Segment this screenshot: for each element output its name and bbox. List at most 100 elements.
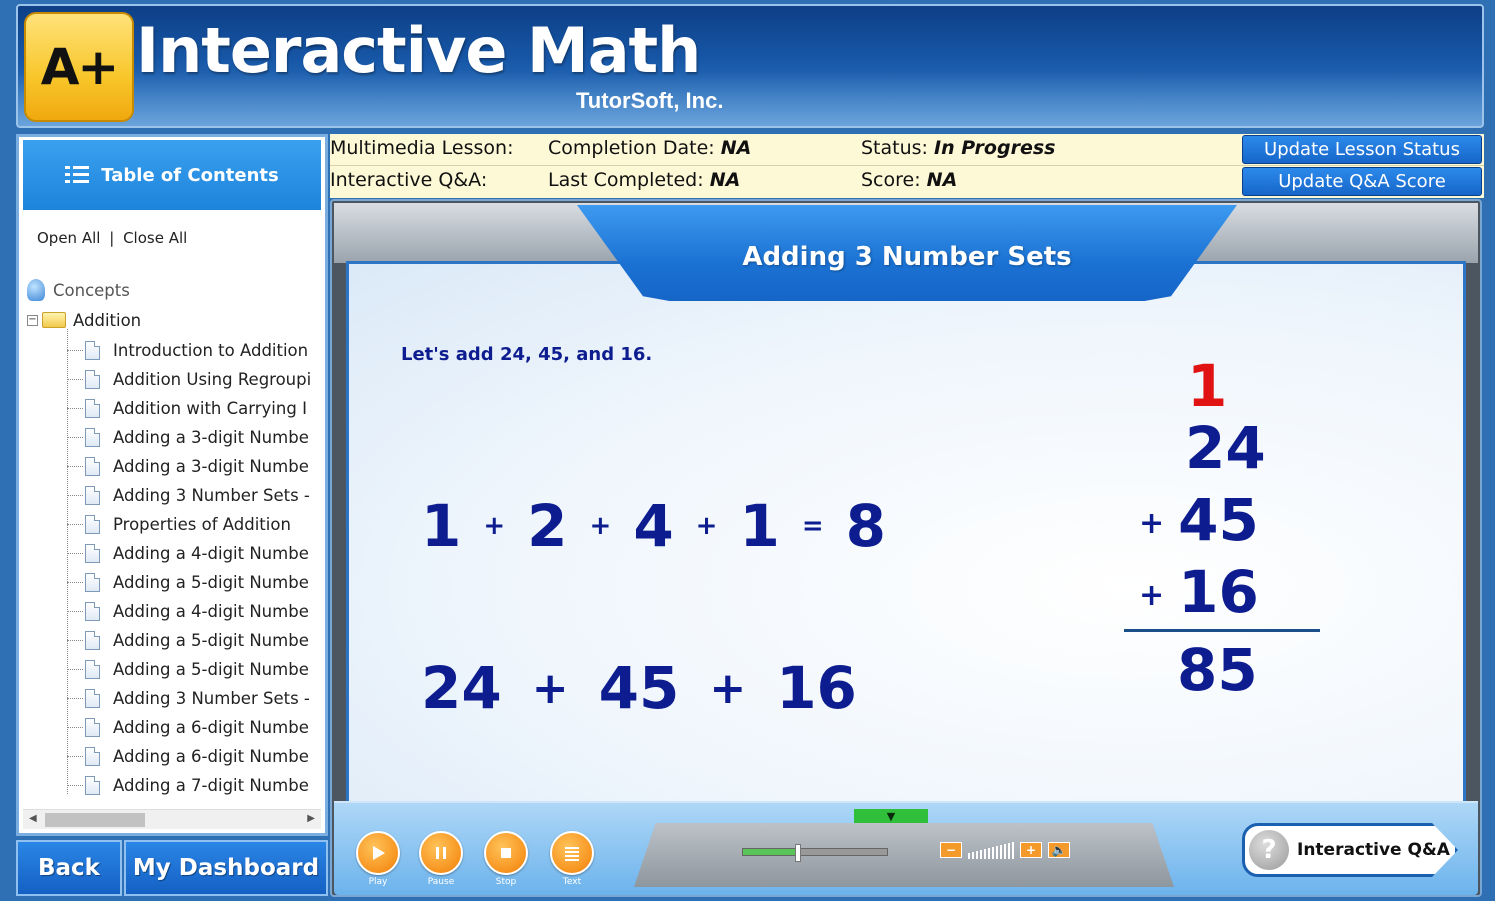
addend-1: 24: [1185, 414, 1266, 482]
toc-item[interactable]: Adding 3 Number Sets -: [85, 482, 310, 508]
toc-header: Table of Contents: [23, 140, 321, 210]
separator: |: [109, 229, 115, 247]
completion-date: Completion Date: NA: [548, 137, 752, 159]
play-icon: [373, 846, 385, 860]
volume-up-button[interactable]: +: [1020, 842, 1042, 858]
sum-line: [1124, 629, 1320, 632]
toc-item-label: Addition with Carrying I: [113, 398, 307, 418]
volume-control: − + 🔈: [940, 841, 1070, 859]
scroll-left-icon[interactable]: ◀: [29, 813, 37, 824]
scroll-right-icon[interactable]: ▶: [307, 813, 315, 824]
tree-root-concepts[interactable]: Concepts: [27, 277, 130, 303]
document-icon: [85, 427, 100, 447]
folder-icon: [42, 312, 66, 328]
toc-item[interactable]: Adding a 7-digit Numbe: [85, 772, 309, 798]
stop-label: Stop: [495, 877, 517, 887]
back-button[interactable]: Back: [16, 840, 122, 896]
operator: +: [695, 511, 718, 541]
lesson-status: Status: In Progress: [861, 137, 1056, 159]
qa-label: Interactive Q&A:: [330, 169, 488, 191]
open-all-link[interactable]: Open All: [37, 229, 100, 247]
toc-item-label: Properties of Addition: [113, 514, 291, 534]
toc-title: Table of Contents: [101, 164, 279, 186]
scrollbar-thumb[interactable]: [45, 813, 145, 827]
pause-icon: [436, 847, 446, 859]
collapse-icon[interactable]: −: [27, 314, 38, 326]
question-icon: ?: [1249, 830, 1289, 870]
player-controls: ▼ Play Pause Stop Text − + 🔈 ? Interacti…: [334, 801, 1478, 895]
horizontal-scrollbar[interactable]: ◀ ▶: [23, 809, 321, 829]
operator: +: [709, 662, 747, 714]
stop-icon: [501, 848, 511, 858]
toc-item[interactable]: Adding 3 Number Sets -: [85, 685, 310, 711]
operator: +: [483, 511, 506, 541]
update-qa-score-button[interactable]: Update Q&A Score: [1242, 167, 1482, 196]
number: 24: [421, 654, 502, 722]
toc-item[interactable]: Adding a 4-digit Numbe: [85, 540, 309, 566]
toc-item[interactable]: Introduction to Addition: [85, 337, 308, 363]
document-icon: [85, 340, 100, 360]
progress-fill: [743, 849, 798, 855]
digit: 8: [845, 492, 886, 560]
digit: 1: [739, 492, 780, 560]
operator: +: [531, 662, 569, 714]
horizontal-sum-expression: 24 +45 +16: [421, 654, 857, 722]
toc-item[interactable]: Properties of Addition: [85, 511, 291, 537]
play-button[interactable]: [356, 831, 400, 875]
status-bar: Multimedia Lesson: Completion Date: NA S…: [330, 134, 1484, 198]
tree-folder-addition[interactable]: − Addition: [27, 307, 141, 333]
toc-item-label: Adding 3 Number Sets -: [113, 688, 310, 708]
toc-item[interactable]: Adding a 5-digit Numbe: [85, 656, 309, 682]
toc-item[interactable]: Addition Using Regroupi: [85, 366, 311, 392]
toc-item[interactable]: Adding a 3-digit Numbe: [85, 424, 309, 450]
toc-item-label: Adding a 4-digit Numbe: [113, 543, 309, 563]
volume-down-button[interactable]: −: [940, 842, 962, 858]
toc-item-label: Adding a 5-digit Numbe: [113, 659, 309, 679]
toc-item-label: Adding a 5-digit Numbe: [113, 630, 309, 650]
toc-item[interactable]: Adding a 3-digit Numbe: [85, 453, 309, 479]
toc-item-label: Adding 3 Number Sets -: [113, 485, 310, 505]
update-lesson-status-button[interactable]: Update Lesson Status: [1242, 135, 1482, 164]
interactive-qa-label: Interactive Q&A: [1297, 840, 1450, 860]
pause-button[interactable]: [419, 831, 463, 875]
progress-slider[interactable]: [742, 844, 888, 862]
lesson-title-tab: Adding 3 Number Sets: [577, 205, 1237, 301]
document-icon: [85, 543, 100, 563]
toc-item[interactable]: Adding a 6-digit Numbe: [85, 743, 309, 769]
volume-bars-icon[interactable]: [968, 841, 1014, 859]
company-name: TutorSoft, Inc.: [576, 88, 724, 113]
document-icon: [85, 398, 100, 418]
close-all-link[interactable]: Close All: [123, 229, 187, 247]
my-dashboard-button[interactable]: My Dashboard: [124, 840, 328, 896]
carry-digit: 1: [1187, 352, 1228, 420]
globe-icon: [27, 279, 45, 301]
toc-item[interactable]: Adding a 4-digit Numbe: [85, 598, 309, 624]
toc-item-label: Adding a 6-digit Numbe: [113, 746, 309, 766]
document-icon: [85, 746, 100, 766]
speaker-icon[interactable]: 🔈: [1048, 842, 1070, 858]
number: 16: [776, 654, 857, 722]
document-icon: [85, 601, 100, 621]
list-icon: [65, 164, 90, 186]
toc-item[interactable]: Adding a 6-digit Numbe: [85, 714, 309, 740]
interactive-qa-button[interactable]: ? Interactive Q&A: [1242, 823, 1458, 877]
toc-item-label: Adding a 6-digit Numbe: [113, 717, 309, 737]
toc-item[interactable]: Adding a 5-digit Numbe: [85, 627, 309, 653]
stop-button[interactable]: [484, 831, 528, 875]
toc-item[interactable]: Adding a 5-digit Numbe: [85, 569, 309, 595]
app-header: A+ Interactive Math TutorSoft, Inc.: [16, 4, 1484, 128]
text-button[interactable]: [550, 831, 594, 875]
addend-2: +45: [1139, 486, 1259, 554]
digit: 4: [633, 492, 674, 560]
document-icon: [85, 456, 100, 476]
progress-knob[interactable]: [794, 844, 801, 862]
document-icon: [85, 659, 100, 679]
triangle-down-icon: ▼: [886, 809, 896, 823]
digit: 1: [421, 492, 462, 560]
collapse-toggle[interactable]: ▼: [854, 809, 928, 823]
lesson-title: Adding 3 Number Sets: [742, 242, 1072, 272]
toc-item-label: Adding a 5-digit Numbe: [113, 572, 309, 592]
open-close-controls: Open All | Close All: [37, 229, 187, 247]
lesson-intro-text: Let's add 24, 45, and 16.: [401, 344, 653, 365]
toc-item[interactable]: Addition with Carrying I: [85, 395, 307, 421]
